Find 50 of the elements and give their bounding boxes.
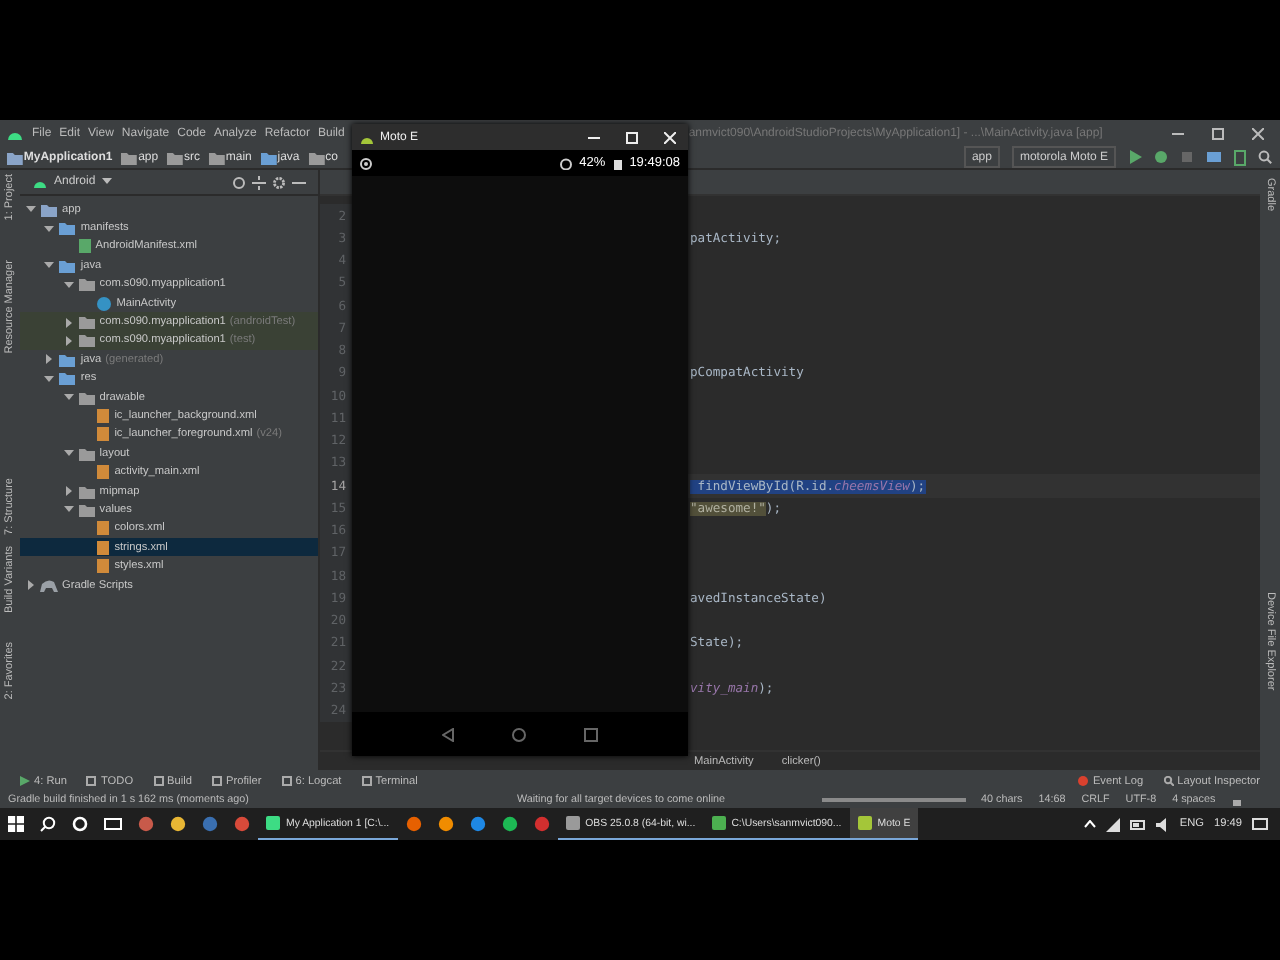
- tool-icon: [281, 776, 292, 786]
- app-icon[interactable]: [138, 816, 154, 832]
- folder-icon: [77, 445, 96, 462]
- battery-icon[interactable]: [1129, 819, 1146, 829]
- tool-icon: [361, 776, 372, 786]
- run-icon: [20, 776, 30, 786]
- battery-icon: [613, 157, 622, 169]
- back-icon[interactable]: [441, 727, 454, 741]
- android-icon: [32, 177, 48, 187]
- device-icon[interactable]: [1234, 149, 1246, 165]
- record-icon: [360, 157, 372, 169]
- class-icon: [96, 295, 113, 312]
- app-icon[interactable]: [170, 816, 186, 832]
- file-icon: [96, 464, 111, 481]
- magnifier-icon: [1163, 776, 1174, 786]
- alert-icon: [1078, 776, 1089, 786]
- speaker-icon[interactable]: [1155, 817, 1170, 831]
- debug-icon[interactable]: [1154, 150, 1168, 164]
- run-icon[interactable]: [1128, 150, 1142, 164]
- minimize-icon[interactable]: [1172, 127, 1184, 139]
- file-icon: [77, 238, 92, 255]
- start-icon[interactable]: [8, 816, 24, 832]
- minimize-icon[interactable]: [588, 131, 600, 143]
- settings-icon[interactable]: [272, 175, 286, 189]
- app-icon[interactable]: [234, 816, 250, 832]
- app-icon[interactable]: [405, 816, 422, 832]
- app-icon[interactable]: [437, 816, 454, 832]
- caret-icon[interactable]: [101, 178, 112, 186]
- expanded-arrow-icon[interactable]: [63, 448, 74, 459]
- collapsed-arrow-icon[interactable]: [63, 486, 74, 497]
- home-icon[interactable]: [511, 727, 526, 741]
- lock-icon: [1231, 795, 1242, 805]
- task-view-icon[interactable]: [104, 816, 122, 832]
- close-icon[interactable]: [1252, 127, 1264, 139]
- expanded-arrow-icon[interactable]: [63, 504, 74, 515]
- recents-icon[interactable]: [584, 727, 599, 741]
- ring-icon[interactable]: [72, 816, 88, 832]
- tool-icon: [86, 776, 97, 786]
- chevron-up-icon[interactable]: [1083, 820, 1096, 828]
- app-icon[interactable]: [501, 816, 518, 832]
- app-icon[interactable]: [469, 816, 486, 832]
- tool-icon: [153, 776, 164, 786]
- tool-icon: [212, 776, 222, 786]
- collapsed-arrow-icon[interactable]: [26, 580, 36, 590]
- maximize-icon[interactable]: [1212, 127, 1224, 139]
- notification-icon[interactable]: [1252, 817, 1268, 831]
- target-icon[interactable]: [232, 175, 246, 189]
- android-icon: [6, 127, 24, 139]
- collapse-icon[interactable]: [252, 175, 266, 189]
- network-icon[interactable]: [1105, 817, 1120, 831]
